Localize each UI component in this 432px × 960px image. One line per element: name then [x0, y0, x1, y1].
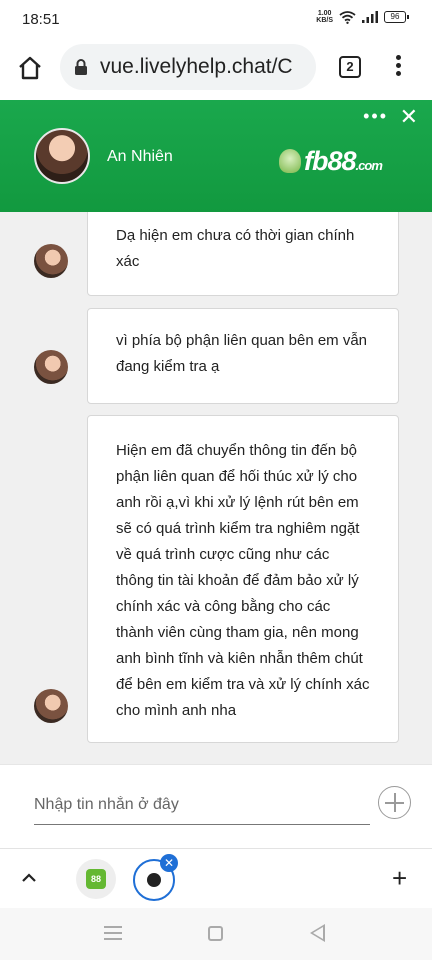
url-text: vue.livelyhelp.chat/C	[100, 55, 293, 78]
message-text: vì phía bộ phận liên quan bên em vẫn đan…	[116, 332, 368, 375]
back-nav-icon[interactable]	[310, 924, 325, 942]
battery-icon: 96	[384, 11, 409, 23]
recent-apps-icon[interactable]	[104, 926, 122, 944]
browser-tab-strip: 88 ✕ +	[0, 848, 432, 908]
message-bubble: vì phía bộ phận liên quan bên em vẫn đan…	[87, 308, 399, 404]
brand-wordmark: fb88.com	[304, 145, 383, 177]
address-bar[interactable]: vue.livelyhelp.chat/C	[60, 44, 316, 90]
brand-suffix: .com	[355, 157, 383, 173]
overflow-menu-icon[interactable]	[388, 52, 408, 82]
agent-avatar	[34, 128, 90, 184]
net-speed-unit: KB/S	[316, 17, 333, 24]
more-options-icon[interactable]: •••	[363, 106, 388, 127]
chat-header: ••• ✕ An Nhiên fb88.com	[0, 100, 432, 212]
home-icon[interactable]	[16, 54, 44, 82]
browser-toolbar: vue.livelyhelp.chat/C 2	[0, 38, 432, 98]
home-nav-icon[interactable]	[208, 926, 223, 941]
brand-logo: fb88.com	[279, 145, 383, 177]
trophy-emblem-icon	[279, 149, 301, 173]
message-composer	[0, 764, 432, 848]
message-input[interactable]	[34, 785, 370, 825]
agent-name: An Nhiên	[107, 148, 173, 165]
tab-fb88[interactable]: 88	[76, 859, 116, 899]
status-icons: 1.00 KB/S 96	[316, 10, 409, 24]
close-tab-icon[interactable]: ✕	[160, 854, 178, 872]
message-bubble: Hiện em đã chuyển thông tin đến bộ phận …	[87, 415, 399, 743]
chevron-up-icon[interactable]	[18, 867, 40, 889]
signal-icon	[362, 11, 378, 23]
agent-message-avatar	[34, 350, 68, 384]
brand-name: fb88	[304, 145, 357, 176]
agent-message-avatar	[34, 689, 68, 723]
wifi-icon	[339, 10, 356, 24]
globe-icon	[147, 873, 161, 887]
message-text: Dạ hiện em chưa có thời gian chính xác	[116, 227, 355, 270]
lock-icon	[75, 59, 87, 75]
network-speed: 1.00 KB/S	[316, 10, 333, 24]
add-attachment-icon[interactable]	[378, 786, 411, 819]
tab-switcher-button[interactable]: 2	[339, 56, 361, 78]
agent-message-avatar	[34, 244, 68, 278]
chat-messages[interactable]: Dạ hiện em chưa có thời gian chính xác v…	[0, 212, 432, 764]
status-time: 18:51	[22, 11, 60, 28]
net-speed-value: 1.00	[317, 10, 332, 17]
close-chat-icon[interactable]: ✕	[400, 104, 418, 130]
system-navigation-bar	[0, 908, 432, 960]
status-bar: 18:51 1.00 KB/S 96	[0, 0, 432, 38]
fb88-favicon-icon: 88	[86, 869, 106, 889]
new-tab-button[interactable]: +	[392, 863, 407, 894]
message-text: Hiện em đã chuyển thông tin đến bộ phận …	[116, 442, 370, 719]
message-bubble: Dạ hiện em chưa có thời gian chính xác	[87, 212, 399, 296]
